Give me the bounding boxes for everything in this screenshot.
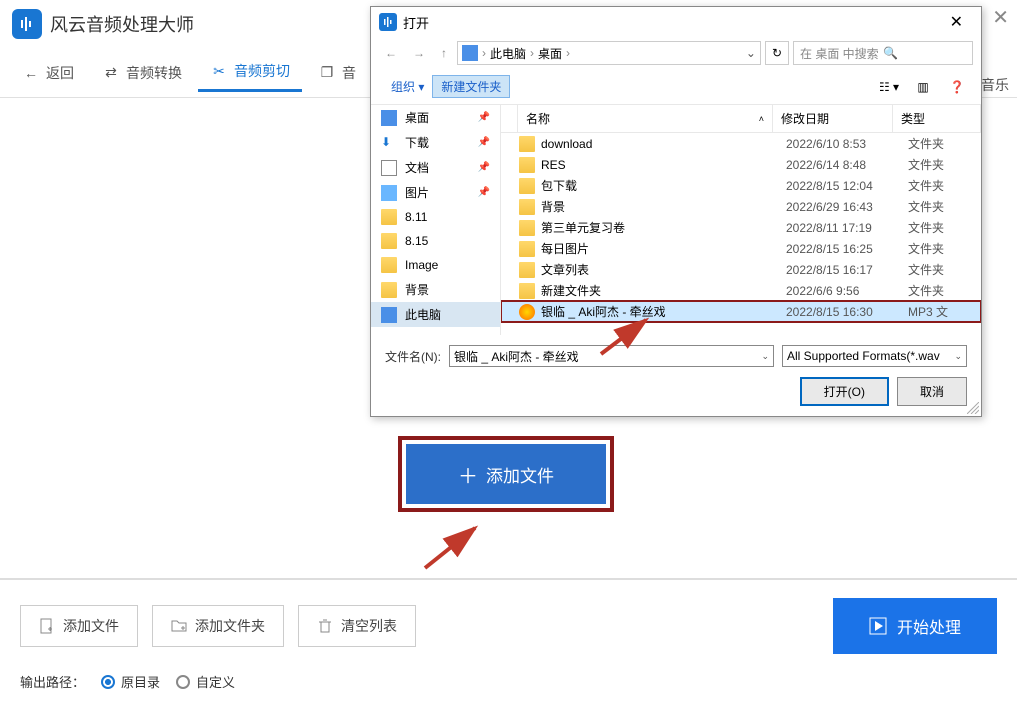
file-row[interactable]: 每日图片2022/8/15 16:25文件夹 bbox=[501, 238, 981, 259]
dialog-title-bar[interactable]: 打开 ✕ bbox=[371, 7, 981, 37]
dialog-close-button[interactable]: ✕ bbox=[940, 10, 973, 34]
custom-dir-radio[interactable]: 自定义 bbox=[176, 672, 235, 691]
convert-tab[interactable]: ⇄ 音频转换 bbox=[90, 55, 194, 91]
file-row[interactable]: download2022/6/10 8:53文件夹 bbox=[501, 133, 981, 154]
sidebar-item[interactable]: Image bbox=[371, 253, 500, 277]
nav-back-icon[interactable]: ← bbox=[379, 42, 403, 64]
arrow-left-icon: ← bbox=[22, 64, 40, 82]
radio-checked-icon bbox=[101, 675, 115, 689]
dialog-app-icon bbox=[379, 13, 397, 31]
add-file-button-big[interactable]: ＋ 添加文件 bbox=[406, 444, 606, 504]
file-row[interactable]: 银临 _ Aki阿杰 - 牵丝戏2022/8/15 16:30MP3 文 bbox=[501, 301, 981, 322]
filename-input[interactable]: 银临 _ Aki阿杰 - 牵丝戏⌄ bbox=[449, 345, 774, 367]
app-logo-icon bbox=[12, 9, 42, 39]
dialog-toolbar: 组织 ▾ 新建文件夹 ☷ ▾ ▥ ❓ bbox=[371, 69, 981, 105]
nav-forward-icon[interactable]: → bbox=[407, 42, 431, 64]
bottom-panel: 添加文件 添加文件夹 清空列表 开始处理 输出路径： 原目录 自定义 bbox=[0, 578, 1017, 709]
file-row[interactable]: 包下载2022/8/15 12:04文件夹 bbox=[501, 175, 981, 196]
sidebar-item[interactable]: 8.15 bbox=[371, 229, 500, 253]
dialog-title: 打开 bbox=[403, 13, 429, 32]
chevron-down-icon[interactable]: ⌄ bbox=[746, 46, 756, 60]
add-file-highlight: ＋ 添加文件 bbox=[398, 436, 614, 512]
file-row[interactable]: 第三单元复习卷2022/8/11 17:19文件夹 bbox=[501, 217, 981, 238]
file-list[interactable]: download2022/6/10 8:53文件夹RES2022/6/14 8:… bbox=[501, 133, 981, 335]
organize-menu[interactable]: 组织 ▾ bbox=[383, 78, 432, 95]
file-row[interactable]: 文章列表2022/8/15 16:17文件夹 bbox=[501, 259, 981, 280]
new-folder-button[interactable]: 新建文件夹 bbox=[432, 75, 510, 98]
copy-icon: ❐ bbox=[318, 64, 336, 82]
app-title: 风云音频处理大师 bbox=[50, 11, 194, 37]
play-icon bbox=[869, 617, 887, 635]
pc-icon bbox=[462, 45, 478, 61]
open-button[interactable]: 打开(O) bbox=[800, 377, 889, 406]
file-row[interactable]: RES2022/6/14 8:48文件夹 bbox=[501, 154, 981, 175]
sidebar-item[interactable]: 此电脑 bbox=[371, 302, 500, 327]
outer-close-button[interactable]: ✕ bbox=[992, 5, 1009, 30]
audio-tab-partial[interactable]: ❐ 音 bbox=[306, 55, 368, 91]
refresh-button[interactable]: ↻ bbox=[765, 41, 789, 65]
orig-dir-radio[interactable]: 原目录 bbox=[101, 672, 160, 691]
preview-pane-icon[interactable]: ▥ bbox=[911, 78, 935, 96]
nav-up-icon[interactable]: ↑ bbox=[435, 42, 453, 64]
cancel-button[interactable]: 取消 bbox=[897, 377, 967, 406]
file-row[interactable]: 新建文件夹2022/6/6 9:56文件夹 bbox=[501, 280, 981, 301]
format-filter-select[interactable]: All Supported Formats(*.wav⌄ bbox=[782, 345, 967, 367]
output-path-label: 输出路径： bbox=[20, 672, 85, 691]
plus-icon: ＋ bbox=[458, 460, 478, 489]
file-row[interactable]: 背景2022/6/29 16:43文件夹 bbox=[501, 196, 981, 217]
folder-plus-icon bbox=[171, 618, 187, 634]
start-process-button[interactable]: 开始处理 bbox=[833, 598, 997, 654]
clear-list-button[interactable]: 清空列表 bbox=[298, 605, 416, 647]
sort-asc-icon: ˄ bbox=[759, 114, 764, 124]
search-input[interactable]: 在 桌面 中搜索 🔍 bbox=[793, 41, 973, 65]
file-plus-icon bbox=[39, 618, 55, 634]
column-headers[interactable]: 名称˄ 修改日期 类型 bbox=[501, 105, 981, 133]
dialog-sidebar[interactable]: 桌面📌⬇下载📌文档📌图片📌8.118.15Image背景此电脑 bbox=[371, 105, 501, 335]
sidebar-item[interactable]: 8.11 bbox=[371, 205, 500, 229]
sidebar-item[interactable]: 桌面📌 bbox=[371, 105, 500, 130]
sidebar-item[interactable]: 文档📌 bbox=[371, 155, 500, 180]
file-open-dialog: 打开 ✕ ✕ ← → ↑ › 此电脑 › 桌面 › ⌄ ↻ 在 桌面 中搜索 🔍… bbox=[370, 6, 982, 417]
annotation-arrow-icon bbox=[415, 518, 495, 578]
trash-icon bbox=[317, 618, 333, 634]
resize-grip-icon[interactable] bbox=[967, 402, 979, 414]
sidebar-item[interactable]: 背景 bbox=[371, 277, 500, 302]
dialog-nav-bar: ← → ↑ › 此电脑 › 桌面 › ⌄ ↻ 在 桌面 中搜索 🔍 bbox=[371, 37, 981, 69]
help-icon[interactable]: ❓ bbox=[945, 78, 969, 96]
add-folder-button[interactable]: 添加文件夹 bbox=[152, 605, 284, 647]
back-button[interactable]: ← 返回 bbox=[10, 55, 86, 91]
breadcrumb[interactable]: › 此电脑 › 桌面 › ⌄ bbox=[457, 41, 761, 65]
dialog-footer: 文件名(N): 银临 _ Aki阿杰 - 牵丝戏⌄ All Supported … bbox=[371, 335, 981, 416]
search-icon: 🔍 bbox=[883, 46, 966, 60]
sidebar-item[interactable]: 图片📌 bbox=[371, 180, 500, 205]
add-file-button[interactable]: 添加文件 bbox=[20, 605, 138, 647]
filename-label: 文件名(N): bbox=[385, 348, 441, 365]
swap-icon: ⇄ bbox=[102, 64, 120, 82]
radio-unchecked-icon bbox=[176, 675, 190, 689]
view-options-icon[interactable]: ☷ ▾ bbox=[877, 78, 901, 96]
music-label: 音乐 bbox=[981, 75, 1009, 95]
sidebar-item[interactable]: ⬇下载📌 bbox=[371, 130, 500, 155]
scissors-icon: ✂ bbox=[210, 62, 228, 80]
cut-tab[interactable]: ✂ 音频剪切 bbox=[198, 53, 302, 92]
